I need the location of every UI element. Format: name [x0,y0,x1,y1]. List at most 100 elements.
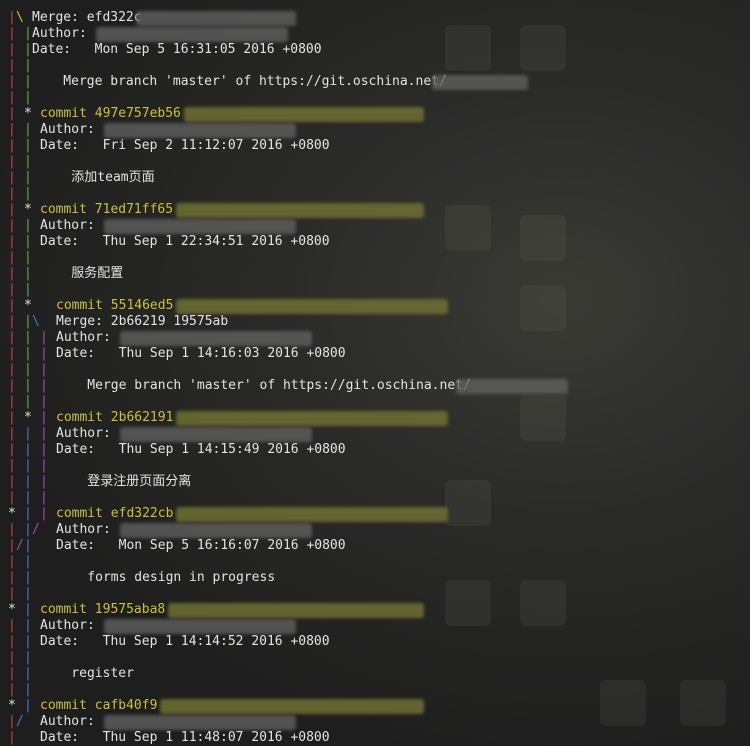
graph-branch-line: | [24,266,32,281]
blank-line: | | [0,554,750,570]
redacted-blur [104,219,296,234]
log-line-commit: | * commit 497e757eb56 [0,106,750,122]
graph-branch-line: | [8,234,16,249]
graph-commit-node: * [24,106,32,121]
graph-branch-line: | [40,410,48,425]
log-merge-text: Merge: 2b66219 19575ab [56,314,229,329]
redacted-blur [120,331,312,346]
graph-branch-line: | [8,682,16,697]
log-message-text: 登录注册页面分离 [56,474,192,489]
log-commit-text: commit 71ed71ff65 [40,202,174,217]
graph-branch-line: | [8,10,16,25]
log-line-author: | | Author: [0,218,750,234]
log-message-text: Merge branch 'master' of https://git.osc… [56,378,471,393]
log-date-text: Date: Thu Sep 1 14:15:49 2016 +0800 [56,442,346,457]
graph-branch-line: | [8,74,16,89]
terminal-window[interactable]: | \ Merge: efd322c | | Author: | | Date: Mon Sep… [0,0,750,746]
graph-commit-node: * [24,202,32,217]
log-line-author: | | Author: [0,26,750,42]
graph-branch-line: | [24,314,32,329]
graph-branch-line: | [8,250,16,265]
blank-line: | | [0,250,750,266]
log-author-text: Author: [56,426,111,441]
log-line-date: | | Date: Mon Sep 5 16:31:05 2016 +0800 [0,42,750,58]
graph-branch-line: | [8,394,16,409]
log-date-text: Date: Thu Sep 1 14:16:03 2016 +0800 [56,346,346,361]
graph-branch-line: | [40,378,48,393]
graph-branch-line: | [24,618,32,633]
log-author-text: Author: [40,618,95,633]
log-line-author: | | / Author: [0,522,750,538]
graph-branch-line: | [24,138,32,153]
redacted-blur [136,11,296,26]
graph-branch-line: | [24,330,32,345]
redacted-blur [432,75,528,90]
graph-branch-line: | [40,362,48,377]
log-author-text: Author: [32,26,87,41]
graph-branch-line: | [8,218,16,233]
graph-branch-line: | [8,426,16,441]
graph-branch-line: | [8,122,16,137]
graph-commit-node: * [8,698,16,713]
graph-branch-line: | [40,490,48,505]
graph-branch-line: | [8,442,16,457]
log-author-text: Author: [56,522,111,537]
graph-branch-line: | [8,154,16,169]
log-commit-text: commit cafb40f9 [40,698,158,713]
graph-branch-line: | [24,186,32,201]
log-line-message: | | 服务配置 [0,266,750,282]
graph-branch-line: | [40,426,48,441]
graph-branch-line: | [40,458,48,473]
blank-line: | | [0,154,750,170]
log-line-date: | / | Date: Mon Sep 5 16:16:07 2016 +0800 [0,538,750,554]
graph-branch-line: | [40,442,48,457]
log-date-text: Date: Thu Sep 1 14:14:52 2016 +0800 [40,634,330,649]
graph-branch-line: | [8,458,16,473]
log-line-commit: | * | commit 2b662191 [0,410,750,426]
log-author-text: Author: [40,714,95,729]
redacted-blur [96,27,288,42]
graph-branch-line: | [24,522,32,537]
graph-branch-line: | [24,234,32,249]
graph-branch-line: | [24,666,32,681]
graph-branch-line: | [24,90,32,105]
graph-branch-line: | [8,42,16,57]
graph-branch-line: | [8,314,16,329]
log-author-text: Author: [56,330,111,345]
log-author-text: Author: [40,218,95,233]
blank-line: | | [0,282,750,298]
log-line-message: | | | Merge branch 'master' of https://git… [0,378,750,394]
log-line-commit: | * commit 71ed71ff65 [0,202,750,218]
graph-commit-node: * [24,298,32,313]
log-date-text: Date: Mon Sep 5 16:31:05 2016 +0800 [32,42,322,57]
graph-branch-line: | [8,634,16,649]
graph-branch-line: | [24,170,32,185]
graph-branch-line: | [8,266,16,281]
graph-branch-line: | [24,554,32,569]
graph-branch-line: | [24,650,32,665]
log-message-text: register [40,666,134,681]
log-line-message: | | forms design in progress [0,570,750,586]
log-message-text: forms design in progress [56,570,276,585]
graph-branch-line: | [24,586,32,601]
log-commit-text: commit 19575aba8 [40,602,166,617]
graph-branch-line: | [8,106,16,121]
graph-branch-line: / [32,522,40,537]
graph-branch-line: | [24,346,32,361]
log-commit-text: commit efd322cb [56,506,174,521]
graph-branch-line: | [8,90,16,105]
graph-branch-line: | [24,634,32,649]
log-date-text: Date: Fri Sep 2 11:12:07 2016 +0800 [40,138,330,153]
graph-branch-line: | [8,522,16,537]
graph-branch-line: | [24,58,32,73]
blank-line: | | [0,682,750,698]
log-line-author: | | | Author: [0,330,750,346]
graph-branch-line: | [8,666,16,681]
graph-branch-line: | [24,218,32,233]
redacted-blur [176,299,448,314]
graph-branch-line: | [8,362,16,377]
graph-branch-line: | [8,490,16,505]
graph-branch-line: | [24,250,32,265]
graph-branch-line: | [8,186,16,201]
graph-branch-line: | [8,538,16,553]
